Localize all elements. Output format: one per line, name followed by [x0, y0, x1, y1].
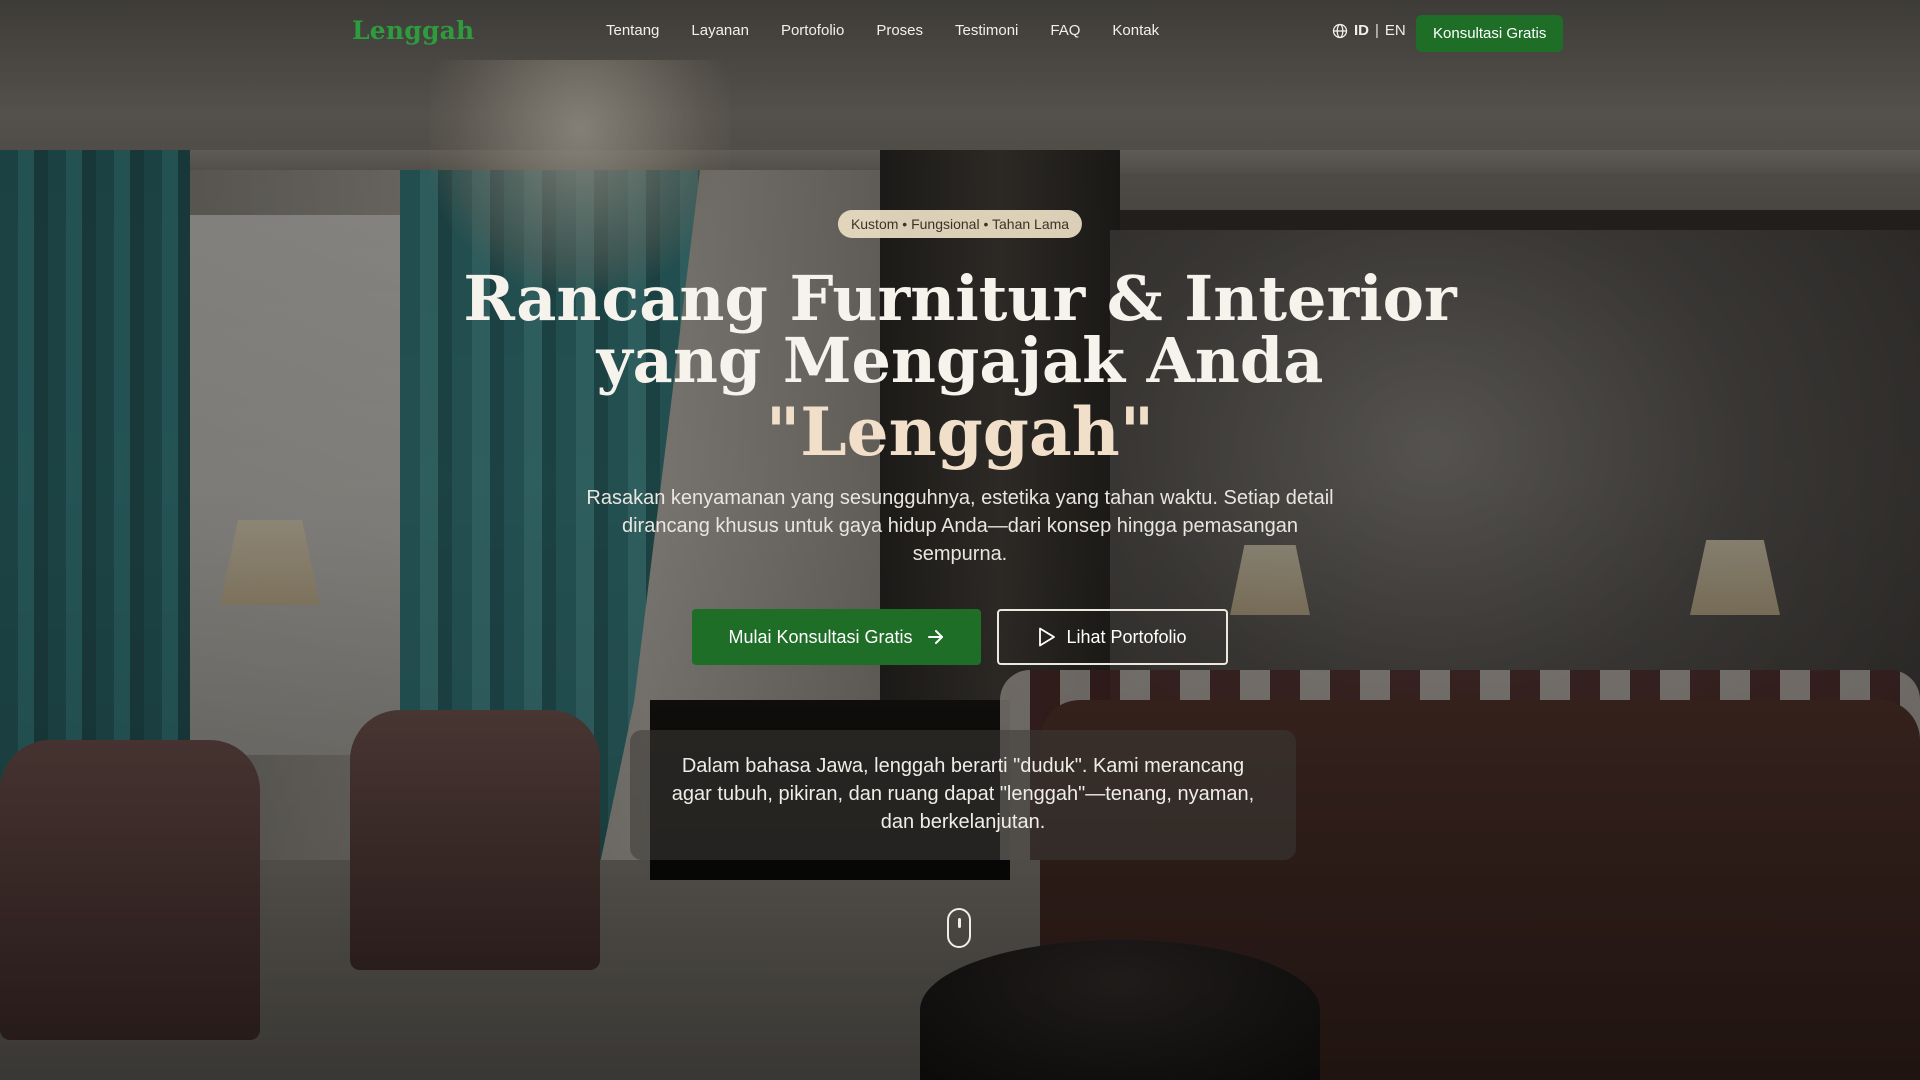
lenggah-meaning-note: Dalam bahasa Jawa, lenggah berarti "dudu…: [630, 730, 1296, 860]
nav-link-kontak[interactable]: Kontak: [1112, 22, 1159, 39]
nav-link-tentang[interactable]: Tentang: [606, 22, 659, 39]
nav-link-portofolio[interactable]: Portofolio: [781, 22, 844, 39]
language-separator: |: [1375, 22, 1379, 39]
headline-line-1: Rancang Furnitur & Interior: [463, 262, 1457, 335]
globe-icon: [1332, 23, 1348, 38]
view-portfolio-label: Lihat Portofolio: [1066, 626, 1187, 647]
play-icon: [1039, 627, 1056, 647]
view-portfolio-button[interactable]: Lihat Portofolio: [997, 609, 1228, 665]
top-navigation: Lenggah Tentang Layanan Portofolio Prose…: [0, 0, 1920, 68]
start-consultation-button[interactable]: Mulai Konsultasi Gratis: [692, 609, 981, 665]
language-option-en[interactable]: EN: [1385, 22, 1406, 39]
language-switcher: ID | EN: [1332, 22, 1406, 39]
nav-consultation-button[interactable]: Konsultasi Gratis: [1416, 15, 1564, 52]
nav-links: Tentang Layanan Portofolio Proses Testim…: [606, 22, 1191, 39]
nav-link-proses[interactable]: Proses: [876, 22, 923, 39]
arrow-right-icon: [927, 630, 943, 644]
mouse-scroll-icon[interactable]: [947, 908, 971, 948]
hero-section: Lenggah Tentang Layanan Portofolio Prose…: [0, 0, 1920, 1080]
hero-badge: Kustom • Fungsional • Tahan Lama: [837, 210, 1083, 238]
headline-line-2: yang Mengajak Anda: [596, 324, 1324, 397]
start-consultation-label: Mulai Konsultasi Gratis: [728, 626, 913, 647]
hero-content: Kustom • Fungsional • Tahan Lama Rancang…: [0, 0, 1920, 1080]
language-option-id[interactable]: ID: [1354, 22, 1369, 39]
scroll-wheel: [958, 918, 961, 928]
headline-accent: "Lenggah": [765, 393, 1155, 471]
hero-subtitle: Rasakan kenyamanan yang sesungguhnya, es…: [586, 487, 1334, 565]
hero-headline: Rancang Furnitur & Interior yang Mengaja…: [460, 262, 1460, 471]
nav-link-layanan[interactable]: Layanan: [691, 22, 749, 39]
nav-link-testimoni[interactable]: Testimoni: [955, 22, 1018, 39]
nav-link-faq[interactable]: FAQ: [1050, 22, 1080, 39]
brand-logo[interactable]: Lenggah: [352, 16, 474, 45]
